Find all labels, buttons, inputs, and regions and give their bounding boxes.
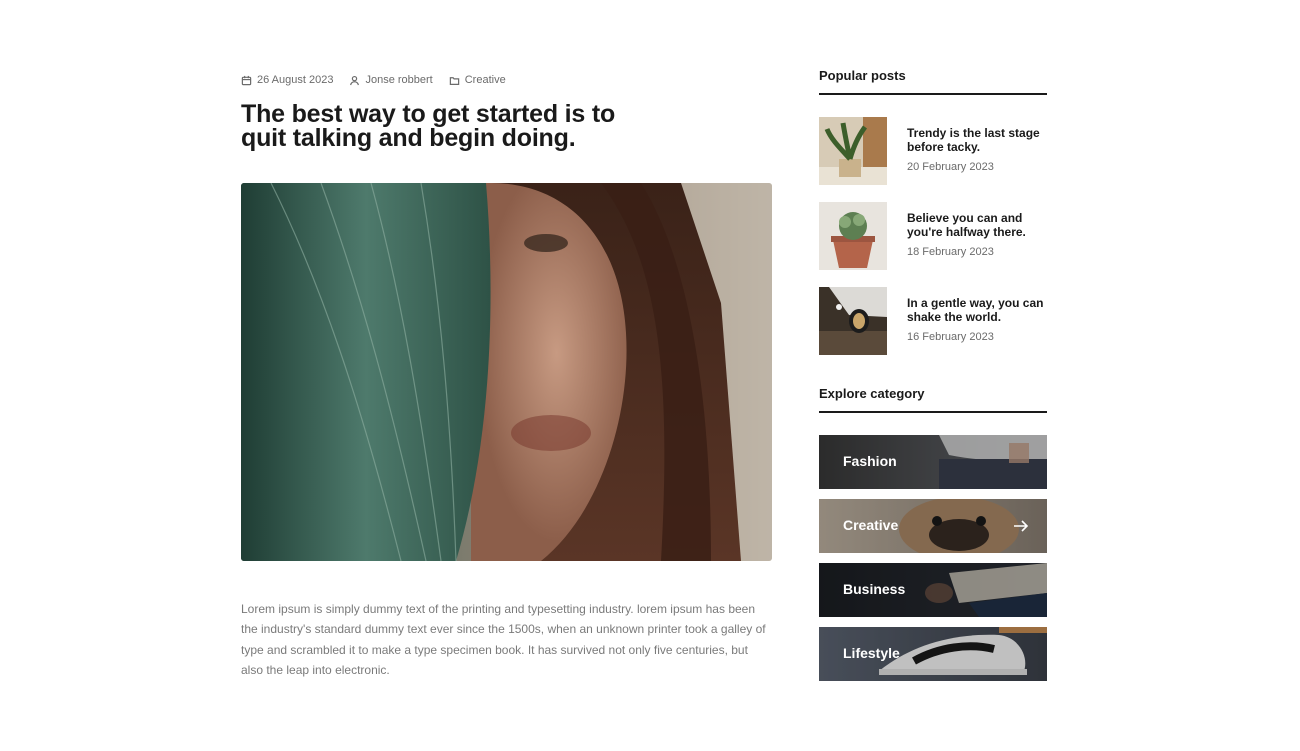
post-info: Believe you can and you're halfway there… — [907, 202, 1047, 270]
popular-post[interactable]: In a gentle way, you can shake the world… — [819, 287, 1047, 355]
category-creative[interactable]: Creative — [819, 499, 1047, 553]
post-title[interactable]: Trendy is the last stage before tacky. — [907, 126, 1047, 154]
post-date: 16 February 2023 — [907, 331, 994, 343]
popular-post[interactable]: Trendy is the last stage before tacky. 2… — [819, 117, 1047, 185]
post-thumbnail[interactable] — [819, 287, 887, 355]
category-business[interactable]: Business — [819, 563, 1047, 617]
category-label: Lifestyle — [843, 645, 900, 661]
meta-category[interactable]: Creative — [449, 74, 506, 86]
meta-date-text: 26 August 2023 — [257, 74, 334, 86]
calendar-icon — [241, 75, 252, 85]
arrow-right-icon[interactable] — [1013, 518, 1029, 534]
sidebar: Popular posts Trendy is the last stage b… — [819, 68, 1047, 681]
user-icon — [350, 75, 360, 85]
article-meta: 26 August 2023 Jonse robbert Creative — [241, 72, 772, 88]
post-title[interactable]: Believe you can and you're halfway there… — [907, 211, 1047, 239]
meta-date[interactable]: 26 August 2023 — [241, 74, 333, 86]
post-info: In a gentle way, you can shake the world… — [907, 287, 1047, 355]
post-title[interactable]: In a gentle way, you can shake the world… — [907, 296, 1047, 324]
post-date: 20 February 2023 — [907, 161, 994, 173]
meta-author[interactable]: Jonse robbert — [349, 74, 433, 86]
hero-image — [241, 183, 772, 561]
folder-icon — [449, 76, 459, 85]
popular-post[interactable]: Believe you can and you're halfway there… — [819, 202, 1047, 270]
article-title: The best way to get started is to quit t… — [241, 100, 616, 152]
category-label: Fashion — [843, 453, 897, 469]
post-date: 18 February 2023 — [907, 246, 994, 258]
explore-category-heading: Explore category — [819, 386, 1047, 413]
explore-category: Explore category — [819, 386, 1047, 413]
category-fashion[interactable]: Fashion — [819, 435, 1047, 489]
article: 26 August 2023 Jonse robbert Creative Th… — [241, 72, 772, 677]
category-label: Business — [843, 581, 906, 597]
post-thumbnail[interactable] — [819, 117, 887, 185]
post-info: Trendy is the last stage before tacky. 2… — [907, 117, 1047, 185]
article-body: Lorem ipsum is simply dummy text of the … — [241, 602, 766, 678]
category-lifestyle[interactable]: Lifestyle — [819, 627, 1047, 681]
post-thumbnail[interactable] — [819, 202, 887, 270]
category-label: Creative — [843, 517, 899, 533]
meta-author-text: Jonse robbert — [365, 74, 433, 86]
meta-category-text: Creative — [464, 74, 506, 86]
popular-posts-heading: Popular posts — [819, 68, 1047, 95]
